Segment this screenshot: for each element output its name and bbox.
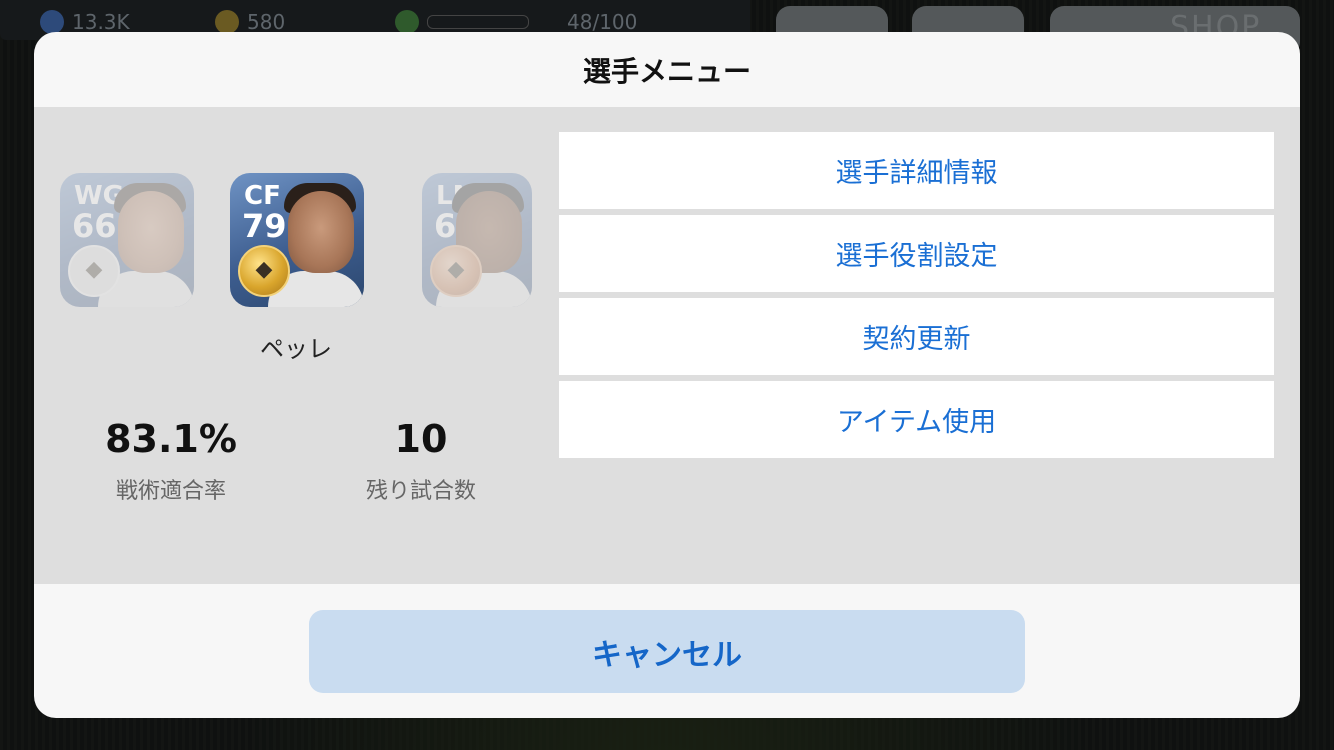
squad-icon — [395, 10, 419, 34]
stat-label: 戦術適合率 — [115, 479, 226, 504]
player-details-button[interactable]: 選手詳細情報 — [559, 132, 1274, 209]
player-rating: 66 — [72, 207, 117, 245]
club-badge-icon — [68, 245, 120, 297]
squad-progress-bar — [427, 15, 529, 29]
stat-tactical-fit: 83.1% 戦術適合率 — [76, 417, 266, 505]
dialog-title: 選手メニュー — [582, 54, 751, 88]
dialog-content: WG 66 CF 79 LMF 60 ペッレ 83.1% 戦術 — [34, 107, 1300, 584]
bronze-ball-icon — [430, 245, 482, 297]
stat-label: 残り試合数 — [365, 479, 476, 504]
player-menu-dialog: 選手メニュー WG 66 CF 79 LMF 60 ペッレ — [34, 32, 1300, 718]
hud-stat1-value: 13.3K — [72, 10, 130, 34]
hud-stat2-value: 580 — [247, 10, 286, 34]
player-card-selected[interactable]: CF 79 — [230, 173, 364, 307]
player-face-icon — [118, 191, 184, 273]
player-card-previous[interactable]: WG 66 — [60, 173, 194, 307]
player-rating: 79 — [242, 207, 287, 245]
stat-value: 10 — [394, 417, 448, 461]
cancel-button[interactable]: キャンセル — [309, 610, 1025, 693]
player-face-icon — [288, 191, 354, 273]
hud-stat3-value: 48/100 — [567, 10, 638, 34]
player-menu-list: 選手詳細情報 選手役割設定 契約更新 アイテム使用 — [559, 132, 1274, 464]
player-name: ペッレ — [260, 335, 332, 363]
myclub-coin-icon — [215, 10, 239, 34]
gp-coin-icon — [40, 10, 64, 34]
stat-remaining-matches: 10 残り試合数 — [326, 417, 516, 505]
contract-renewal-button[interactable]: 契約更新 — [559, 298, 1274, 375]
player-role-settings-button[interactable]: 選手役割設定 — [559, 215, 1274, 292]
stat-value: 83.1% — [105, 417, 237, 461]
player-card-next[interactable]: LMF 60 — [422, 173, 532, 307]
gold-ball-icon — [238, 245, 290, 297]
use-item-button[interactable]: アイテム使用 — [559, 381, 1274, 458]
